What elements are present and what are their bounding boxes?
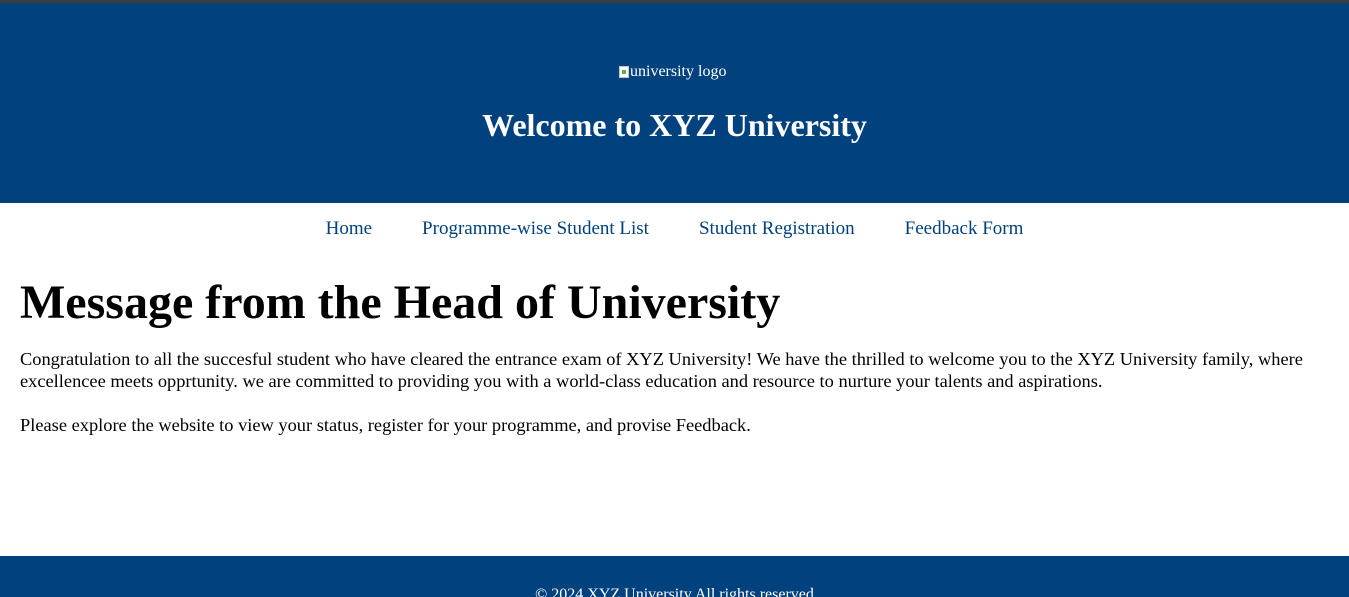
university-logo-alt-text: university logo: [630, 63, 727, 80]
welcome-paragraph: Congratulation to all the succesful stud…: [20, 349, 1303, 391]
page-heading: Message from the Head of University: [20, 276, 781, 329]
main-content: Message from the Head of University Cong…: [20, 272, 1330, 436]
site-header: university logo Welcome to XYZ Universit…: [0, 3, 1349, 203]
site-footer: © 2024 XYZ University All rights reserve…: [0, 556, 1349, 597]
broken-image-icon: [619, 66, 629, 78]
nav-link-feedback-form[interactable]: Feedback Form: [905, 218, 1024, 240]
instructions-paragraph: Please explore the website to view your …: [20, 415, 751, 435]
site-title: Welcome to XYZ University: [482, 107, 867, 143]
copyright-text: © 2024 XYZ University All rights reserve…: [535, 586, 814, 597]
nav-link-home[interactable]: Home: [326, 218, 372, 240]
main-nav: Home Programme-wise Student List Student…: [0, 203, 1349, 255]
nav-link-programme-wise-student-list[interactable]: Programme-wise Student List: [422, 218, 649, 240]
nav-link-student-registration[interactable]: Student Registration: [699, 218, 855, 240]
university-logo: university logo: [619, 63, 726, 81]
